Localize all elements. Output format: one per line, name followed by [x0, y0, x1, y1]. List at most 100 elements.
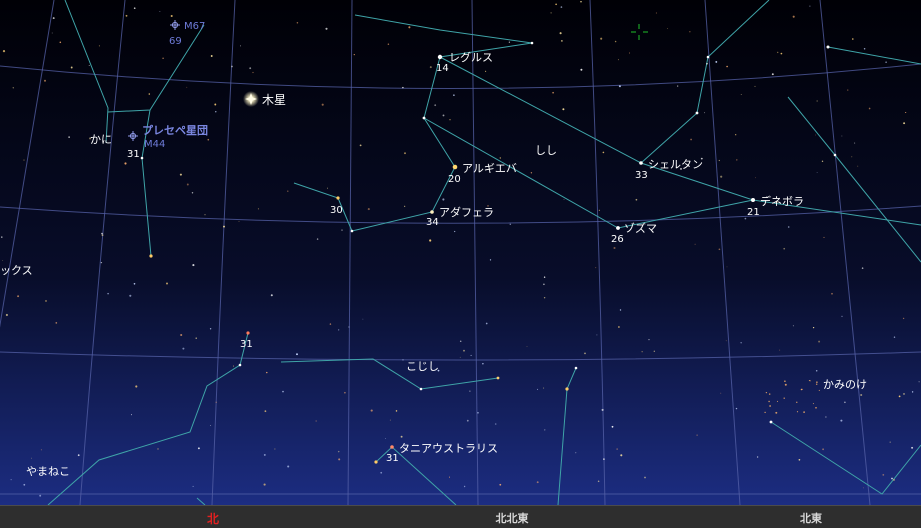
background-star [784, 380, 786, 383]
star [826, 45, 830, 49]
background-star [124, 162, 127, 165]
background-star [868, 107, 871, 110]
label-denebola: デネボラ [760, 194, 804, 208]
background-star [182, 347, 185, 350]
background-star [186, 183, 189, 186]
star-zosma[interactable] [616, 226, 620, 230]
background-star [667, 28, 668, 29]
star-chertan[interactable] [639, 161, 643, 165]
background-star [821, 160, 824, 162]
background-star [287, 190, 289, 192]
background-star [635, 198, 638, 201]
background-star [400, 435, 403, 438]
background-star [252, 71, 254, 74]
background-star [266, 371, 268, 374]
background-star [815, 134, 816, 136]
background-star [764, 411, 766, 414]
background-star [543, 283, 545, 286]
background-star [863, 48, 866, 50]
star-algieba[interactable] [452, 164, 458, 170]
star [496, 376, 500, 380]
background-star [768, 393, 771, 395]
background-star [404, 152, 406, 155]
background-star [210, 55, 213, 57]
background-star [800, 388, 803, 391]
star-tania-australis[interactable] [390, 445, 394, 449]
background-star [326, 187, 329, 189]
background-star [552, 91, 554, 94]
compass-northeast[interactable]: 北東 [800, 510, 822, 526]
background-star [918, 381, 920, 383]
background-star [602, 151, 605, 154]
jupiter-marker[interactable] [243, 91, 259, 107]
sky-chart[interactable]: 木星 M67 69 プレセペ星団 M44 しし かに こじし やまねこ ックス … [0, 0, 921, 505]
flamsteed-34: 34 [426, 217, 439, 228]
background-star [429, 66, 432, 69]
background-star [613, 246, 616, 250]
label-tania-australis: タニアウストラリス [399, 442, 498, 455]
background-star [844, 401, 846, 404]
star-denebola[interactable] [751, 198, 755, 202]
background-star [718, 248, 721, 251]
background-star [408, 26, 411, 29]
star [246, 331, 250, 335]
background-star [329, 323, 332, 325]
background-star [841, 135, 843, 137]
background-star [325, 27, 328, 30]
background-star [51, 32, 53, 34]
background-star [889, 441, 891, 443]
background-star [192, 264, 195, 267]
background-star [315, 420, 317, 422]
compass-north-northeast[interactable]: 北北東 [496, 510, 529, 526]
background-star [796, 401, 798, 403]
background-star [370, 409, 373, 412]
star [574, 366, 578, 370]
background-star [840, 419, 843, 422]
background-star [726, 266, 728, 268]
background-star [434, 104, 437, 107]
background-star [861, 267, 864, 269]
background-star [526, 346, 528, 347]
background-star [756, 456, 759, 458]
star [374, 460, 378, 464]
background-star [735, 407, 738, 410]
background-star [68, 136, 70, 138]
background-star [453, 94, 455, 96]
background-star [783, 247, 786, 250]
background-star [808, 379, 810, 382]
background-star [282, 390, 284, 393]
label-regulus: レグルス [449, 50, 493, 64]
star-adhafera[interactable] [430, 210, 434, 214]
star [149, 254, 153, 258]
background-star [803, 411, 805, 413]
background-star [2, 259, 4, 261]
background-star [449, 476, 450, 478]
background-star [648, 338, 650, 341]
background-star [536, 481, 539, 484]
constellation-cancer: かに [90, 133, 112, 146]
background-star [603, 458, 605, 460]
background-star [718, 159, 720, 162]
background-star [816, 100, 818, 102]
flamsteed-33: 33 [635, 170, 648, 181]
background-star [796, 411, 799, 413]
background-star [179, 173, 182, 176]
background-star [45, 300, 47, 302]
background-star [744, 217, 747, 220]
compass-north[interactable]: 北 [207, 510, 219, 527]
background-star [822, 448, 824, 451]
background-star [159, 11, 161, 12]
m44-label: M44 [144, 139, 165, 150]
background-star [825, 416, 827, 418]
constellation-lynx: やまねこ [26, 465, 70, 478]
background-star [2, 50, 6, 53]
background-star [131, 414, 132, 416]
star-regulus[interactable] [437, 54, 443, 60]
background-star [55, 322, 58, 324]
background-star [689, 31, 691, 33]
background-star [210, 425, 212, 426]
background-star [135, 385, 138, 388]
background-star [1, 236, 3, 238]
background-star [780, 52, 783, 55]
background-star [690, 138, 692, 141]
